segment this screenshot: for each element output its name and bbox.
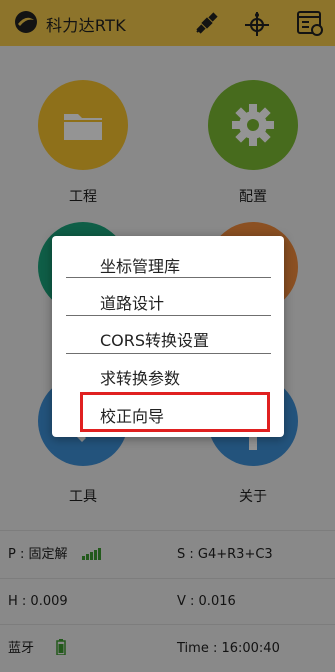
menu-item-label: 道路设计 bbox=[100, 294, 165, 313]
menu-item-label: CORS转换设置 bbox=[100, 331, 210, 350]
menu-divider bbox=[66, 315, 271, 316]
menu-item-cors-settings[interactable]: CORS转换设置 bbox=[66, 318, 271, 356]
menu-divider bbox=[66, 277, 271, 278]
menu-item-label: 坐标管理库 bbox=[100, 257, 181, 276]
highlight-box bbox=[80, 392, 270, 432]
menu-item-label: 求转换参数 bbox=[100, 369, 181, 388]
menu-item-road-design[interactable]: 道路设计 bbox=[66, 281, 271, 319]
menu-item-transform-params[interactable]: 求转换参数 bbox=[66, 356, 271, 394]
menu-divider bbox=[66, 353, 271, 354]
